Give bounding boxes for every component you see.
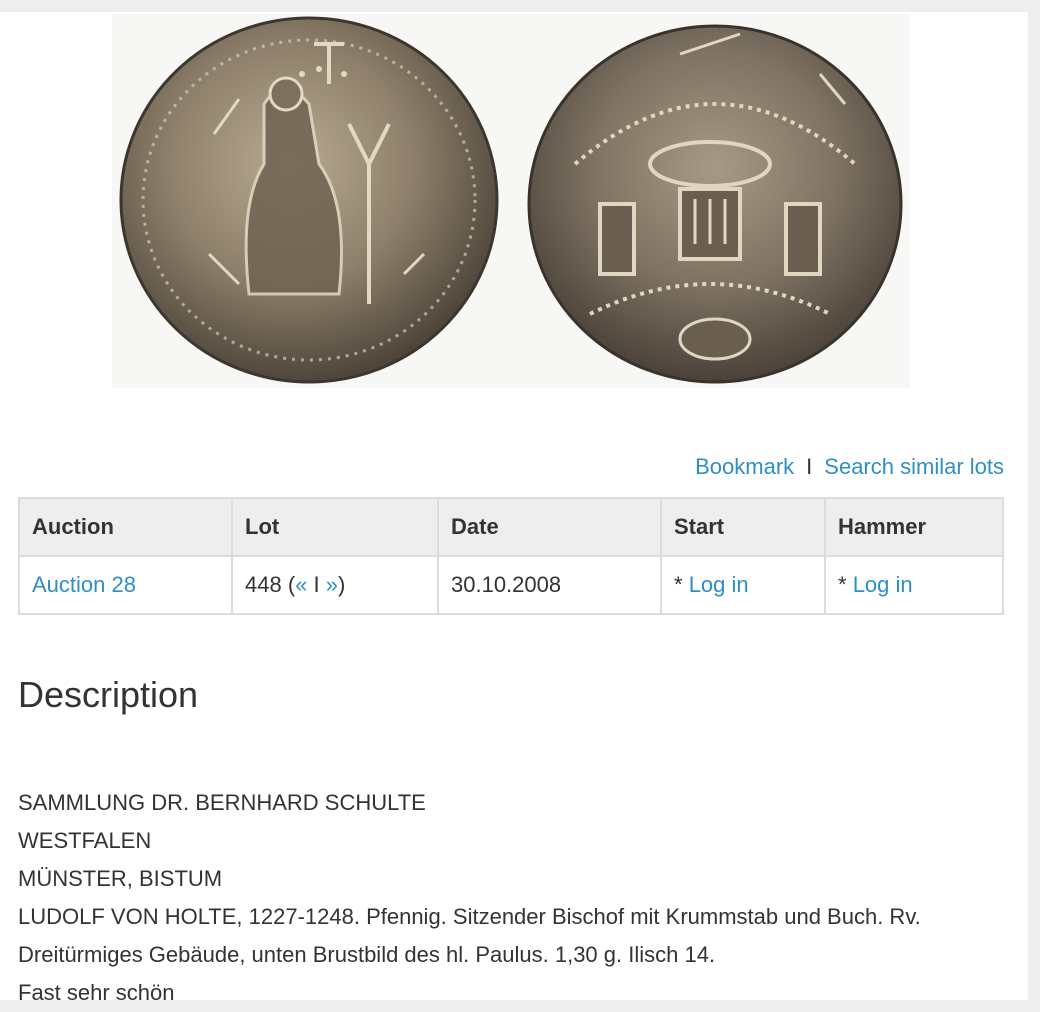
hammer-login-link[interactable]: Log in bbox=[853, 572, 913, 597]
description-line: SAMMLUNG DR. BERNHARD SCHULTE bbox=[18, 790, 426, 815]
coin-obverse-image[interactable] bbox=[114, 14, 504, 386]
cell-lot: 448 (« I ») bbox=[231, 555, 439, 615]
lot-number: 448 bbox=[245, 572, 282, 597]
description-line: WESTFALEN bbox=[18, 828, 152, 853]
header-lot: Lot bbox=[231, 497, 439, 557]
description-heading: Description bbox=[18, 674, 199, 715]
actions-separator: I bbox=[806, 454, 813, 479]
lot-info-table: Auction Lot Date Start Hammer Auction 28… bbox=[18, 497, 1004, 615]
search-similar-lots-link[interactable]: Search similar lots bbox=[824, 454, 1004, 479]
description-line: MÜNSTER, BISTUM bbox=[18, 866, 223, 891]
lot-paren-close: ) bbox=[338, 572, 346, 597]
start-login-link[interactable]: Log in bbox=[689, 572, 749, 597]
hammer-asterisk: * bbox=[838, 572, 847, 597]
header-auction: Auction bbox=[18, 497, 233, 557]
cell-auction: Auction 28 bbox=[18, 555, 233, 615]
description-line: Dreitürmiges Gebäude, unten Brustbild de… bbox=[18, 942, 716, 967]
coin-image-strip bbox=[112, 14, 910, 388]
header-hammer: Hammer bbox=[824, 497, 1004, 557]
header-date: Date bbox=[437, 497, 662, 557]
table-row: Auction 28 448 (« I ») 30.10.2008 * Log … bbox=[18, 555, 1004, 615]
page: Bookmark I Search similar lots Auction Lot… bbox=[0, 12, 1028, 1005]
table-header-row: Auction Lot Date Start Hammer bbox=[18, 497, 1004, 557]
description-line: Fast sehr schön bbox=[18, 980, 175, 1005]
header-start: Start bbox=[660, 497, 826, 557]
cell-hammer: * Log in bbox=[824, 555, 1004, 615]
coin-reverse-image[interactable] bbox=[520, 14, 910, 386]
auction-link[interactable]: Auction 28 bbox=[32, 572, 136, 597]
cell-date: 30.10.2008 bbox=[437, 555, 662, 615]
previous-lot-link[interactable]: « bbox=[295, 572, 307, 597]
description-line: LUDOLF VON HOLTE, 1227-1248. Pfennig. Si… bbox=[18, 904, 921, 929]
cell-start: * Log in bbox=[660, 555, 826, 615]
lot-actions: Bookmark I Search similar lots bbox=[695, 454, 1004, 480]
start-asterisk: * bbox=[674, 572, 683, 597]
next-lot-link[interactable]: » bbox=[326, 572, 338, 597]
lot-nav-separator: I bbox=[313, 572, 320, 597]
description-body: SAMMLUNG DR. BERNHARD SCHULTE WESTFALEN … bbox=[18, 784, 1018, 1012]
bookmark-link[interactable]: Bookmark bbox=[695, 454, 794, 479]
